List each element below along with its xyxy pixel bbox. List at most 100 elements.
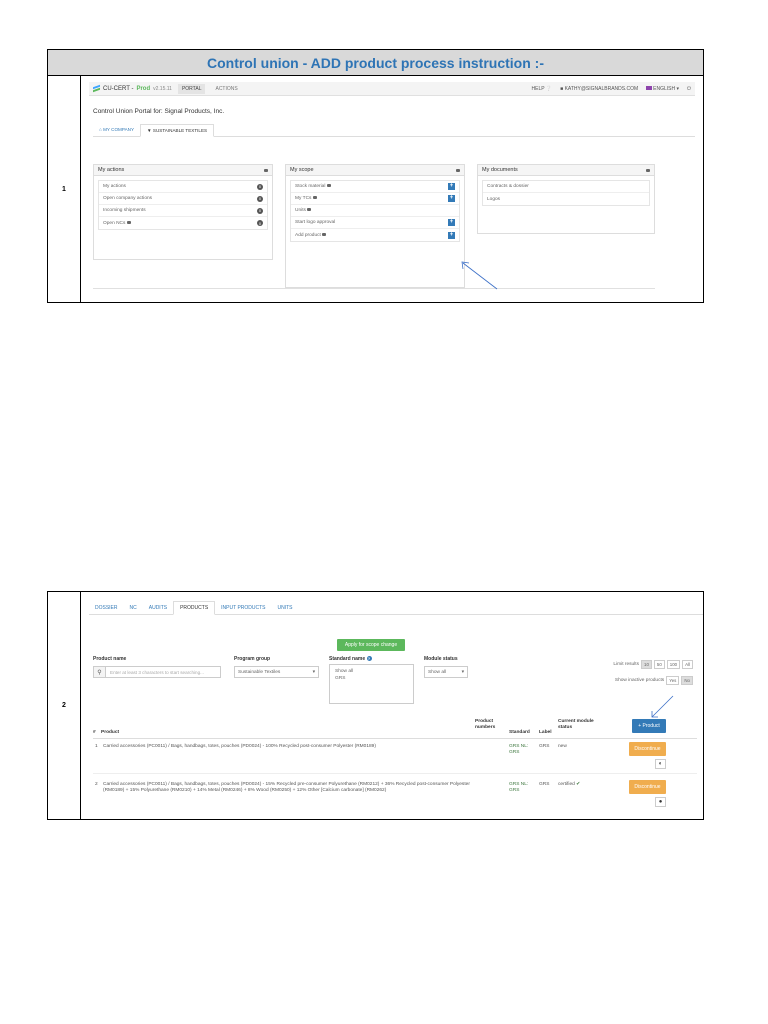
list-item[interactable]: My actions 0 — [99, 181, 267, 193]
chevron-down-icon: ▾ — [461, 669, 464, 675]
list-item[interactable]: Add product + — [291, 229, 459, 241]
panel-list: Stock material + My TCs + Units Start lo… — [290, 180, 460, 242]
limit-all[interactable]: All — [682, 660, 693, 669]
tab-sustainable-textiles[interactable]: ▼ SUSTAINABLE TEXTILES — [140, 124, 215, 137]
home-icon: ⌂ — [99, 127, 102, 132]
company-tabs: ⌂ MY COMPANY ▼ SUSTAINABLE TEXTILES — [93, 124, 695, 137]
limit-100[interactable]: 100 — [666, 660, 681, 669]
user-email: KATHY@SIGNALBRANDS.COM — [564, 85, 639, 92]
row-standard-2[interactable]: GRS — [509, 750, 519, 756]
row-divider — [93, 773, 697, 774]
program-group-select[interactable]: Sustainable Textiles ▾ — [234, 666, 319, 678]
list-item[interactable]: Open company actions 0 — [99, 193, 267, 205]
tab-units[interactable]: UNITS — [272, 602, 299, 614]
program-group-label: Program group — [234, 656, 271, 662]
item-label: My TCs — [295, 196, 312, 201]
brand-env: Prod — [136, 85, 151, 92]
details-icon[interactable]: ● — [655, 797, 666, 807]
list-item[interactable]: Contracts & dossier — [483, 181, 649, 193]
panel-title: My documents — [482, 167, 518, 173]
option[interactable]: Show all — [335, 668, 408, 675]
row-label: GRS — [539, 744, 550, 749]
video-icon[interactable] — [646, 168, 650, 172]
details-icon[interactable]: ◐ — [655, 759, 666, 769]
help-icon: ❔ — [545, 85, 553, 92]
row-standard-2[interactable]: GRS — [509, 788, 519, 794]
module-status-select[interactable]: Show all ▾ — [424, 666, 468, 678]
instruction-table-step-2: 2 DOSSIER NC AUDITS PRODUCTS INPUT PRODU… — [47, 591, 704, 820]
flag-icon — [646, 86, 653, 91]
my-actions-panel: My actions My actions 0 Open company acti… — [93, 164, 273, 260]
brand[interactable]: CU-CERT - Prod v2.15.11 — [93, 85, 172, 92]
step-1-row: 1 CU-CERT - Prod v2.15.11 PORTAL ACTIONS … — [48, 76, 703, 302]
panel-header: My actions — [94, 165, 272, 176]
start-logo-approval-button[interactable]: + — [448, 219, 455, 226]
video-icon[interactable] — [126, 220, 131, 224]
list-item[interactable]: My TCs + — [291, 193, 459, 205]
tab-label: MY COMPANY — [103, 127, 135, 132]
nav-actions[interactable]: ACTIONS — [211, 84, 241, 94]
add-stock-material-button[interactable]: + — [448, 183, 455, 190]
list-item[interactable]: Open NCs 0 — [99, 217, 267, 229]
item-label: Units — [295, 208, 306, 213]
discontinue-button[interactable]: Discontinue — [629, 742, 666, 756]
tab-input-products[interactable]: INPUT PRODUCTS — [215, 602, 271, 614]
chevron-down-icon: ▾ — [312, 669, 315, 675]
language-menu[interactable]: ENGLISH ▾ — [646, 86, 679, 92]
limit-results: Limit results 10 50 100 All — [613, 660, 693, 669]
col-label: Label — [539, 730, 552, 735]
pointer-arrow-icon — [461, 261, 498, 290]
add-product-button[interactable]: + Product — [632, 719, 666, 733]
add-product-button[interactable]: + — [448, 231, 455, 239]
add-tc-button[interactable]: + — [448, 195, 455, 202]
products-screenshot: DOSSIER NC AUDITS PRODUCTS INPUT PRODUCT… — [89, 601, 703, 816]
topbar-right: HELP ❔ ■ KATHY@SIGNALBRANDS.COM ENGLISH … — [532, 86, 691, 92]
help-link[interactable]: HELP ❔ — [532, 86, 553, 92]
standard-name-multiselect[interactable]: Show all GRS — [329, 664, 414, 704]
tab-dossier[interactable]: DOSSIER — [89, 602, 124, 614]
tab-audits[interactable]: AUDITS — [143, 602, 173, 614]
video-icon[interactable] — [322, 232, 327, 236]
list-item[interactable]: Incoming shipments 0 — [99, 205, 267, 217]
standard-name-label-wrap: Standard name ? — [329, 656, 372, 662]
inactive-yes[interactable]: Yes — [666, 676, 680, 685]
cu-cert-logo-icon — [93, 85, 100, 92]
logout-icon[interactable]: ⏻ — [687, 86, 691, 92]
portal-screenshot: CU-CERT - Prod v2.15.11 PORTAL ACTIONS HE… — [89, 82, 695, 296]
discontinue-button[interactable]: Discontinue — [629, 780, 666, 794]
list-item[interactable]: Logos — [483, 193, 649, 205]
item-label: My actions — [103, 184, 126, 189]
nav-portal[interactable]: PORTAL — [177, 83, 206, 94]
video-icon[interactable] — [307, 208, 312, 212]
limit-label: Limit results — [613, 662, 639, 667]
instruction-table-step-1: Control union - ADD product process inst… — [47, 49, 704, 303]
video-icon[interactable] — [326, 184, 331, 188]
item-label: Open NCs — [103, 220, 126, 226]
option[interactable]: GRS — [335, 675, 408, 682]
tab-label: SUSTAINABLE TEXTILES — [152, 128, 208, 133]
list-item[interactable]: Start logo approval + — [291, 217, 459, 229]
video-icon[interactable] — [264, 168, 268, 172]
video-icon[interactable] — [312, 196, 317, 200]
apply-scope-change-button[interactable]: Apply for scope change — [337, 639, 405, 651]
product-name-label: Product name — [93, 656, 127, 662]
module-tabs: DOSSIER NC AUDITS PRODUCTS INPUT PRODUCT… — [89, 601, 703, 615]
limit-50[interactable]: 50 — [653, 660, 665, 669]
tab-products[interactable]: PRODUCTS — [173, 601, 216, 615]
info-icon[interactable]: ? — [366, 656, 372, 662]
item-label: Add product — [295, 232, 321, 238]
panel-title: My actions — [98, 167, 125, 173]
tab-nc[interactable]: NC — [124, 602, 143, 614]
list-item[interactable]: Stock material + — [291, 181, 459, 193]
select-value: Show all — [428, 669, 447, 675]
inactive-no[interactable]: No — [681, 676, 693, 685]
count-badge: 0 — [257, 183, 263, 190]
item-label: Stock material — [295, 184, 326, 189]
tab-my-company[interactable]: ⌂ MY COMPANY — [93, 124, 140, 136]
limit-10[interactable]: 10 — [641, 660, 652, 669]
user-menu[interactable]: ■ KATHY@SIGNALBRANDS.COM — [560, 86, 638, 92]
list-item[interactable]: Units — [291, 205, 459, 217]
item-label: Contracts & dossier — [487, 184, 529, 189]
video-icon[interactable] — [456, 168, 460, 172]
product-search-input[interactable]: ⚲ Enter at least 3 characters to start s… — [93, 666, 221, 678]
